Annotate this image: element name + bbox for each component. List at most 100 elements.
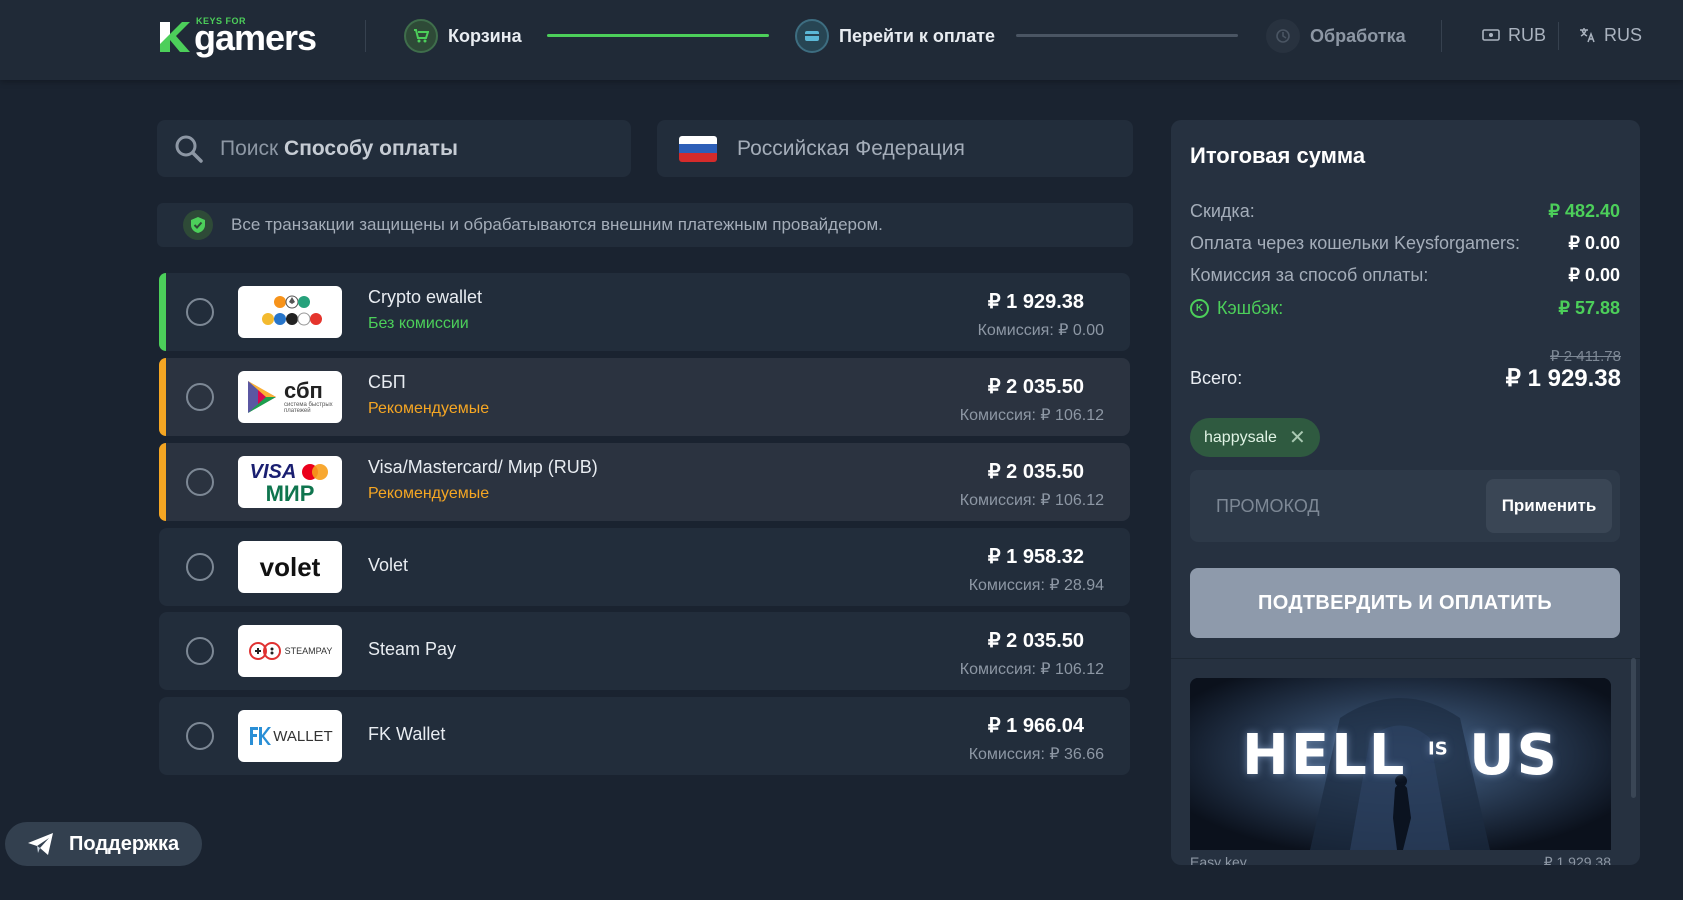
step-payment[interactable]: Перейти к оплате [795,18,995,54]
payment-name: Volet [368,555,409,575]
language-selector[interactable]: RUS [1578,22,1642,48]
volet-logo: volet [238,541,342,593]
promo-chip-label: happysale [1204,428,1277,446]
payment-radio[interactable] [186,298,214,326]
visa-mir-logo: VISA МИР [238,456,342,508]
game-key-label: Easy key [1190,854,1247,865]
payment-name: Crypto ewallet [368,287,483,307]
payment-search-input[interactable]: Поиск Способу оплаты [157,120,631,177]
summary-scrollbar[interactable] [1631,658,1636,798]
recommended-accent [159,443,166,521]
game-cover-image[interactable]: HELL IS US [1190,678,1611,850]
payment-option-visa-mir[interactable]: VISA МИР Visa/Mastercard/ Мир (RUB) Реко… [159,443,1130,521]
security-notice: Все транзакции защищены и обрабатываются… [157,203,1133,247]
cart-icon [404,19,438,53]
order-summary-panel: Итоговая сумма Скидка: ₽ 482.40 Оплата ч… [1171,120,1640,865]
search-placeholder: Поиск Способу оплаты [220,136,458,160]
payment-option-sbp[interactable]: сбп система быстрых платежей СБП Рекомен… [159,358,1130,436]
sbp-logo: сбп система быстрых платежей [238,371,342,423]
payment-radio[interactable] [186,722,214,750]
payment-radio[interactable] [186,468,214,496]
payment-price: ₽ 1 929.38 [987,291,1084,313]
payment-tag: Рекомендуемые [368,485,490,502]
payment-tag: Без комиссии [368,315,469,332]
payment-name: Steam Pay [368,639,457,659]
cash-icon [1482,29,1500,41]
russia-flag-icon [679,135,717,162]
crypto-logo [238,286,342,338]
support-button[interactable]: Поддержка [5,822,202,866]
header-divider [365,20,366,52]
fkwallet-logo-text: WALLET [273,727,333,745]
payment-radio[interactable] [186,383,214,411]
cashback-row: K Кэшбэк: ₽ 57.88 [1190,296,1620,320]
game-title: HELL IS US [1242,723,1559,788]
method-fee-row: Комиссия за способ оплаты: ₽ 0.00 [1190,263,1620,287]
payment-radio[interactable] [186,637,214,665]
site-logo[interactable]: KEYS FOR gamers [156,14,326,58]
logo-big-text: gamers [194,17,317,58]
currency-label: RUB [1508,24,1547,45]
payment-name: Visa/Mastercard/ Мир (RUB) [368,457,598,477]
security-notice-text: Все транзакции защищены и обрабатываются… [231,215,883,234]
payment-price: ₽ 2 035.50 [987,630,1084,652]
step-processing: Обработка [1266,18,1406,54]
step-cart[interactable]: Корзина [404,18,522,54]
support-label: Поддержка [69,832,180,855]
fkwallet-logo: WALLET [238,710,342,762]
payment-tag: Рекомендуемые [368,400,490,417]
payment-radio[interactable] [186,553,214,581]
mir-logo-text: МИР [265,480,315,506]
payment-option-fkwallet[interactable]: WALLET FK Wallet ₽ 1 966.04 Комиссия: ₽ … [159,697,1130,775]
steampay-logo: STEAMPAY [238,625,342,677]
card-icon [795,19,829,53]
payment-fee: Комиссия: ₽ 106.12 [959,407,1104,424]
country-selector[interactable]: Российская Федерация [657,120,1133,177]
sbp-logo-subtext: система быстрых платежей [284,402,333,414]
language-label: RUS [1604,24,1643,45]
wallet-payment-label: Оплата через кошельки Keysforgamers: [1190,232,1520,253]
payment-option-volet[interactable]: volet Volet ₽ 1 958.32 Комиссия: ₽ 28.94 [159,528,1130,606]
steampay-logo-text: STEAMPAY [284,646,333,656]
payment-option-steampay[interactable]: STEAMPAY Steam Pay ₽ 2 035.50 Комиссия: … [159,612,1130,690]
currency-selector[interactable]: RUB [1482,22,1546,48]
discount-value: ₽ 482.40 [1548,200,1620,221]
telegram-icon [28,833,53,855]
method-fee-label: Комиссия за способ оплаты: [1190,264,1429,285]
cashback-k-icon: K [1190,298,1209,318]
step-progress-done [547,34,769,37]
summary-title: Итоговая сумма [1190,143,1366,168]
gamepad-icon [248,642,281,660]
payment-name: FK Wallet [368,724,446,744]
wallet-payment-value: ₽ 0.00 [1568,232,1621,253]
search-icon [175,135,203,163]
step-progress-pending [1016,34,1238,37]
fk-icon [250,727,272,745]
translate-icon [1580,28,1595,43]
clock-icon [1266,19,1300,53]
top-header: KEYS FOR gamers Корзина Перейти к оплате… [0,0,1683,80]
country-name: Российская Федерация [737,136,965,160]
payment-option-crypto[interactable]: Crypto ewallet Без комиссии ₽ 1 929.38 К… [159,273,1130,351]
close-icon[interactable]: ✕ [1289,428,1306,448]
total-value: ₽ 1 929.38 [1505,365,1621,392]
recommended-accent [159,273,166,351]
confirm-and-pay-button[interactable]: ПОДТВЕРДИТЬ И ОПЛАТИТЬ [1190,568,1620,638]
cashback-label: Кэшбэк: [1217,297,1284,318]
total-label: Всего: [1190,368,1243,388]
summary-divider [1171,658,1640,659]
step-cart-label: Корзина [448,25,522,46]
discount-row: Скидка: ₽ 482.40 [1190,199,1620,223]
payment-fee: Комиссия: ₽ 0.00 [977,322,1104,339]
payment-fee: Комиссия: ₽ 106.12 [959,492,1104,509]
step-processing-label: Обработка [1310,25,1406,46]
payment-price: ₽ 2 035.50 [987,376,1084,398]
game-price: ₽ 1 929.38 [1543,854,1611,865]
logo-k-icon [160,22,190,52]
promo-code-input[interactable] [1190,470,1480,542]
old-total: ₽ 2 411.78 [1550,348,1621,365]
promo-code-box: Применить [1190,470,1620,542]
wallet-payment-row: Оплата через кошельки Keysforgamers: ₽ 0… [1190,231,1620,255]
apply-promo-button[interactable]: Применить [1486,479,1612,533]
payment-fee: Комиссия: ₽ 28.94 [968,577,1104,594]
